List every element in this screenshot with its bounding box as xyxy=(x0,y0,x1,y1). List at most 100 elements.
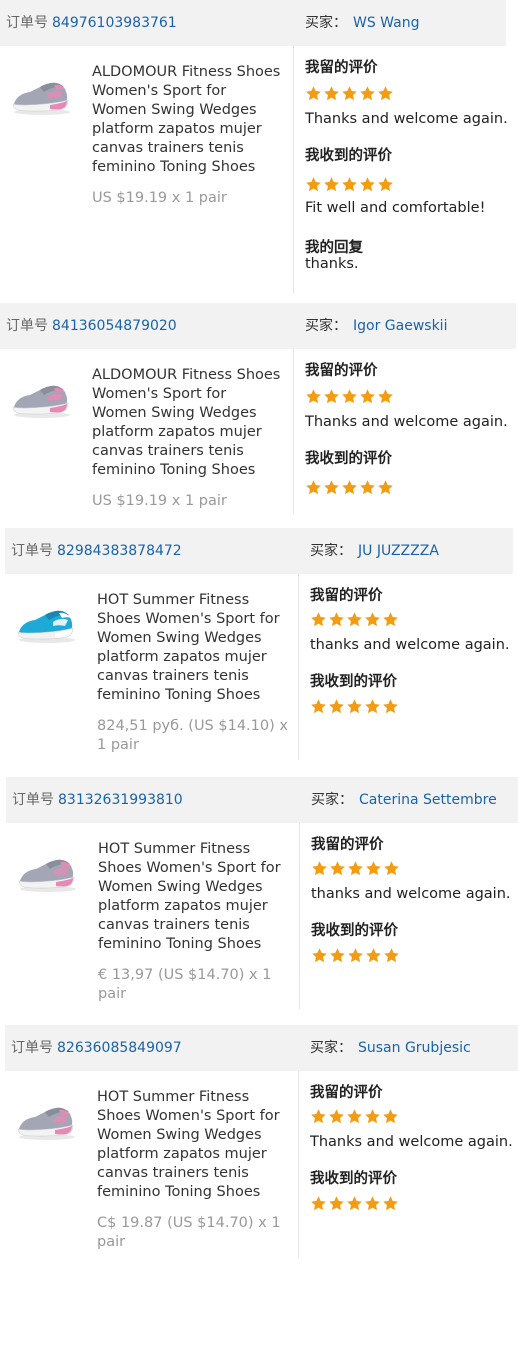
product-title-link[interactable]: HOT Summer Fitness Shoes Women's Sport fo… xyxy=(98,840,281,954)
star-icon xyxy=(366,861,381,876)
product-title-line: feminino Toning Shoes xyxy=(97,687,261,703)
review-left-rating xyxy=(311,860,400,878)
my-reply-text: thanks. xyxy=(305,256,359,272)
order-body: HOT Summer Fitness Shoes Women's Sport fo… xyxy=(5,1071,518,1266)
product-thumbnail[interactable] xyxy=(15,600,79,646)
star-icon xyxy=(383,1196,398,1211)
star-icon xyxy=(329,699,344,714)
order-header: 订单号 84976103983761 买家： WS Wang xyxy=(0,0,506,46)
buyer-name-link[interactable]: Igor Gaewskii xyxy=(353,318,447,334)
star-icon xyxy=(311,1109,326,1124)
star-icon xyxy=(312,861,327,876)
review-received-rating xyxy=(311,947,400,965)
product-price-line: € 13,97 (US $14.70) x 1 xyxy=(98,967,272,983)
order-number-link[interactable]: 83132631993810 xyxy=(58,792,183,808)
buyer-label: 买家： xyxy=(310,1040,352,1056)
product-price-line: US $19.19 x 1 pair xyxy=(92,190,227,206)
star-icon xyxy=(365,699,380,714)
buyer-label: 买家： xyxy=(310,543,352,559)
product-title-line: canvas trainers tenis xyxy=(92,140,244,156)
review-received-rating xyxy=(305,479,394,497)
product-thumbnail[interactable] xyxy=(10,375,74,421)
order-card: 订单号 84136054879020 买家： Igor Gaewskii ALDOMOU… xyxy=(0,303,518,522)
star-icon xyxy=(384,861,399,876)
buyer-name-link[interactable]: JU JUZZZZA xyxy=(358,543,439,559)
review-left-text: Thanks and welcome again. xyxy=(310,1134,513,1150)
star-icon xyxy=(330,861,345,876)
product-title-link[interactable]: ALDOMOUR Fitness Shoes Women's Sport for W… xyxy=(92,366,280,480)
product-title-line: canvas trainers tenis xyxy=(97,668,249,684)
product-price-line: C$ 19.87 (US $14.70) x 1 xyxy=(97,1215,281,1231)
star-icon xyxy=(360,389,375,404)
product-price-line: US $19.19 x 1 pair xyxy=(92,493,227,509)
product-price: C$ 19.87 (US $14.70) x 1 pair xyxy=(97,1214,281,1252)
product-title-line: platform zapatos mujer xyxy=(97,649,267,665)
product-title-line: Shoes Women's Sport for xyxy=(97,1108,280,1124)
order-number-link[interactable]: 82636085849097 xyxy=(57,1040,182,1056)
order-number-field: 订单号 84976103983761 xyxy=(6,0,177,46)
order-number-link[interactable]: 84136054879020 xyxy=(52,318,177,334)
my-reply-heading: 我的回复 xyxy=(305,240,363,256)
star-icon xyxy=(348,948,363,963)
review-left-rating xyxy=(305,388,394,406)
star-icon xyxy=(348,861,363,876)
product-title-line: Shoes Women's Sport for xyxy=(97,611,280,627)
review-left-text: thanks and welcome again. xyxy=(311,886,511,902)
product-title-link[interactable]: ALDOMOUR Fitness Shoes Women's Sport for W… xyxy=(92,63,280,177)
star-icon xyxy=(306,480,321,495)
order-card: 订单号 82636085849097 买家： Susan Grubjesic HOT S… xyxy=(5,1025,518,1266)
buyer-field: 买家： JU JUZZZZA xyxy=(310,528,439,574)
review-left-heading: 我留的评价 xyxy=(310,588,383,604)
star-icon xyxy=(347,699,362,714)
star-icon xyxy=(324,480,339,495)
product-thumbnail[interactable] xyxy=(10,72,74,118)
star-icon xyxy=(383,612,398,627)
review-column: 我留的评价 Thanks and welcome again. 我收到的评价 Fit … xyxy=(305,46,515,302)
order-number-link[interactable]: 84976103983761 xyxy=(52,15,177,31)
order-body: HOT Summer Fitness Shoes Women's Sport fo… xyxy=(6,823,518,1017)
product-price-line: pair xyxy=(97,1234,126,1250)
star-icon xyxy=(342,389,357,404)
review-left-heading: 我留的评价 xyxy=(305,60,378,76)
star-icon xyxy=(329,1109,344,1124)
review-received-text: Fit well and comfortable! xyxy=(305,200,486,216)
product-thumbnail[interactable] xyxy=(15,1097,79,1143)
product-title-line: feminino Toning Shoes xyxy=(98,936,262,952)
product-title-link[interactable]: HOT Summer Fitness Shoes Women's Sport fo… xyxy=(97,591,280,705)
product-title-line: ALDOMOUR Fitness Shoes xyxy=(92,64,281,80)
star-icon xyxy=(330,948,345,963)
review-column: 我留的评价 thanks and welcome again. 我收到的评价 xyxy=(310,574,518,768)
product-title-link[interactable]: HOT Summer Fitness Shoes Women's Sport fo… xyxy=(97,1088,280,1202)
review-left-text: thanks and welcome again. xyxy=(310,637,510,653)
product-thumbnail[interactable] xyxy=(16,849,80,895)
order-header: 订单号 84136054879020 买家： Igor Gaewskii xyxy=(0,303,516,349)
column-divider xyxy=(298,1071,299,1258)
buyer-label: 买家： xyxy=(305,15,347,31)
star-icon xyxy=(383,699,398,714)
star-icon xyxy=(306,389,321,404)
order-header: 订单号 82984383878472 买家： JU JUZZZZA xyxy=(5,528,513,574)
buyer-label: 买家： xyxy=(311,792,353,808)
star-icon xyxy=(384,948,399,963)
star-icon xyxy=(360,480,375,495)
star-icon xyxy=(324,389,339,404)
review-received-heading: 我收到的评价 xyxy=(310,1171,397,1187)
star-icon xyxy=(378,177,393,192)
star-icon xyxy=(360,86,375,101)
order-number-link[interactable]: 82984383878472 xyxy=(57,543,182,559)
column-divider xyxy=(293,349,294,514)
star-icon xyxy=(365,1196,380,1211)
review-left-heading: 我留的评价 xyxy=(311,837,384,853)
review-left-text: Thanks and welcome again. xyxy=(305,111,508,127)
buyer-name-link[interactable]: Caterina Settembre xyxy=(359,792,497,808)
review-received-rating xyxy=(305,176,394,194)
review-received-heading: 我收到的评价 xyxy=(305,148,392,164)
product-title-line: platform zapatos mujer xyxy=(97,1146,267,1162)
buyer-name-link[interactable]: WS Wang xyxy=(353,15,419,31)
review-column: 我留的评价 Thanks and welcome again. 我收到的评价 xyxy=(305,349,515,522)
buyer-name-link[interactable]: Susan Grubjesic xyxy=(358,1040,471,1056)
order-body: HOT Summer Fitness Shoes Women's Sport fo… xyxy=(5,574,518,768)
product-price-line: pair xyxy=(98,986,127,1002)
star-icon xyxy=(360,177,375,192)
star-icon xyxy=(342,86,357,101)
